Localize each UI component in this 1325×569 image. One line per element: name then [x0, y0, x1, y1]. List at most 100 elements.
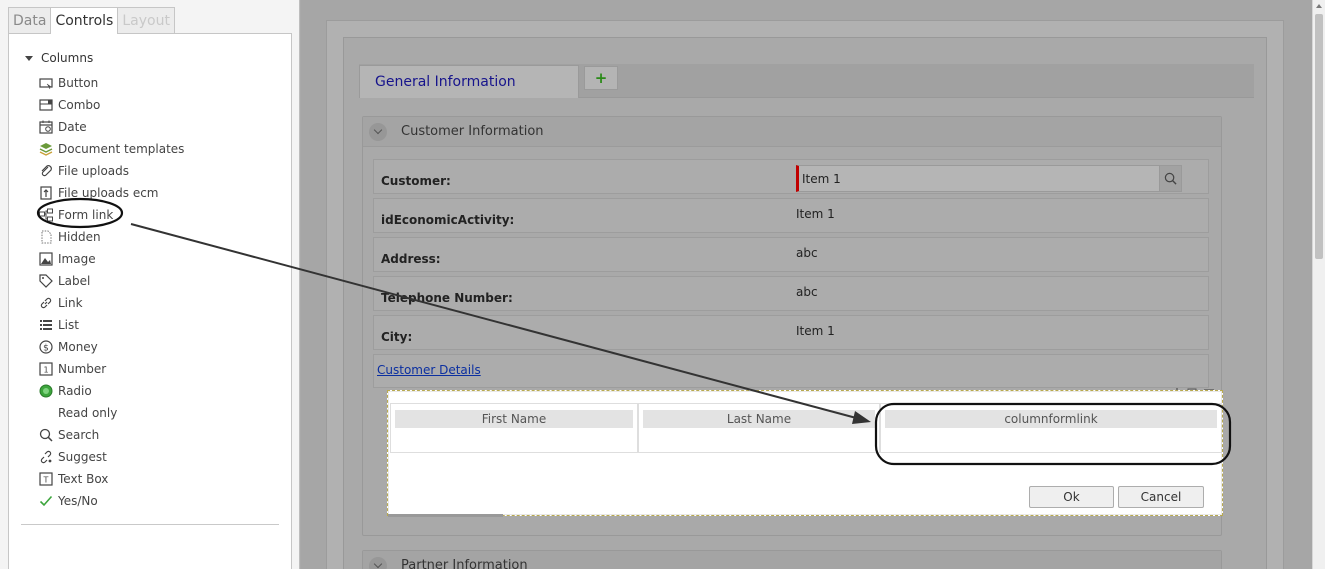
tab-data[interactable]: Data [8, 7, 52, 33]
control-item-file-uploads-ecm[interactable]: File uploads ecm [39, 182, 184, 204]
money-icon: $ [39, 340, 53, 354]
plus-icon: + [594, 68, 608, 87]
field-label: idEconomicActivity: [381, 213, 515, 227]
column-header: columnformlink [885, 410, 1217, 428]
customer-details-link[interactable]: Customer Details [377, 363, 481, 377]
panel-tabs: Data Controls Layout [8, 7, 175, 34]
controls-panel: Data Controls Layout Columns Button Comb… [0, 0, 300, 569]
control-item-form-link[interactable]: Form link [39, 204, 184, 226]
control-item-text-box[interactable]: T Text Box [39, 468, 184, 490]
control-item-document-templates[interactable]: Document templates [39, 138, 184, 160]
tree-root-label: Columns [41, 51, 94, 65]
control-item-label: Image [58, 252, 96, 266]
field-row-customer: Customer: Item 1 [373, 159, 1209, 194]
link-icon [39, 296, 53, 310]
control-item-label: Form link [58, 208, 114, 222]
control-item-combo[interactable]: Combo [39, 94, 184, 116]
form-designer-canvas: General Information + Customer Informati… [301, 0, 1312, 569]
customer-lookup-input[interactable]: Item 1 [796, 165, 1182, 192]
control-item-label: Document templates [58, 142, 185, 156]
control-item-image[interactable]: Image [39, 248, 184, 270]
control-item-label: Money [58, 340, 98, 354]
tab-general-information[interactable]: General Information [359, 65, 579, 98]
ok-button[interactable]: Ok [1029, 486, 1114, 508]
control-item-label: List [58, 318, 79, 332]
lookup-search-button[interactable] [1159, 166, 1181, 191]
field-value[interactable]: abc [796, 285, 818, 299]
column-header: Last Name [643, 410, 875, 428]
control-item-suggest[interactable]: Suggest [39, 446, 184, 468]
grid-column-last-name[interactable]: Last Name [638, 403, 880, 453]
control-item-hidden[interactable]: Hidden [39, 226, 184, 248]
text-box-icon: T [39, 472, 53, 486]
control-item-label: Text Box [58, 472, 109, 486]
grid-columns-dialog: First Name Last Name columnformlink Ok C… [387, 390, 1223, 517]
control-item-label: File uploads ecm [58, 186, 159, 200]
column-header: First Name [395, 410, 633, 428]
panel-divider [21, 524, 279, 525]
control-item-file-uploads[interactable]: File uploads [39, 160, 184, 182]
caret-down-icon[interactable] [25, 55, 33, 61]
form-link-icon [39, 208, 53, 222]
collapse-button[interactable] [369, 556, 387, 569]
section-header: Customer Information [363, 117, 1221, 147]
control-item-label: Button [58, 76, 99, 90]
number-icon: 1 [39, 362, 53, 376]
control-item-label: Radio [58, 384, 92, 398]
control-item-label: Suggest [58, 450, 107, 464]
section-title: Partner Information [401, 558, 528, 569]
document-templates-icon [39, 142, 53, 156]
control-item-date[interactable]: Date [39, 116, 184, 138]
tag-icon [39, 274, 53, 288]
control-item-label: Date [58, 120, 87, 134]
paperclip-icon [39, 164, 53, 178]
scrollbar-thumb[interactable] [1315, 14, 1323, 259]
checkmark-icon [39, 494, 53, 508]
control-item-label: Read only [58, 406, 118, 420]
scroll-up-arrow-icon[interactable] [1316, 4, 1322, 8]
control-item-button[interactable]: Button [39, 72, 184, 94]
radio-icon [39, 384, 53, 398]
control-item-radio[interactable]: Radio [39, 380, 184, 402]
grid-column-first-name[interactable]: First Name [390, 403, 638, 453]
control-item-yes-no[interactable]: Yes/No [39, 490, 184, 512]
dialog-underline [388, 514, 503, 517]
control-item-read-only[interactable]: Read only [39, 402, 184, 424]
control-item-number[interactable]: 1 Number [39, 358, 184, 380]
field-value[interactable]: Item 1 [796, 324, 835, 338]
field-row-address: Address: abc [373, 237, 1209, 272]
controls-list: Button Combo Date Document templates Fil… [39, 72, 184, 512]
control-item-label: Combo [58, 98, 101, 112]
hidden-icon [39, 230, 53, 244]
form-tabstrip: General Information + [359, 64, 1254, 98]
tree-root-columns[interactable]: Columns [25, 51, 93, 65]
search-icon [1164, 172, 1177, 185]
lookup-value: Item 1 [802, 172, 841, 186]
svg-text:$: $ [43, 344, 49, 354]
svg-text:1: 1 [43, 366, 48, 375]
list-icon [39, 318, 53, 332]
grid-column-formlink[interactable]: columnformlink [880, 403, 1222, 453]
image-icon [39, 252, 53, 266]
suggest-icon [39, 450, 53, 464]
field-row-telephone: Telephone Number: abc [373, 276, 1209, 311]
chevron-down-icon [373, 559, 383, 569]
tab-controls[interactable]: Controls [50, 7, 119, 34]
collapse-button[interactable] [369, 122, 387, 141]
field-value[interactable]: abc [796, 246, 818, 260]
control-item-money[interactable]: $ Money [39, 336, 184, 358]
control-item-label: File uploads [58, 164, 130, 178]
field-label: Customer: [381, 174, 451, 188]
add-tab-button[interactable]: + [584, 66, 618, 90]
control-item-list[interactable]: List [39, 314, 184, 336]
field-row-city: City: Item 1 [373, 315, 1209, 350]
control-item-label: Hidden [58, 230, 101, 244]
cancel-button[interactable]: Cancel [1118, 486, 1204, 508]
field-value[interactable]: Item 1 [796, 207, 835, 221]
control-item-link[interactable]: Link [39, 292, 184, 314]
vertical-scrollbar[interactable] [1312, 0, 1325, 569]
control-item-label: Link [58, 296, 83, 310]
tab-layout: Layout [117, 7, 175, 33]
control-item-search[interactable]: Search [39, 424, 184, 446]
control-item-label[interactable]: Label [39, 270, 184, 292]
